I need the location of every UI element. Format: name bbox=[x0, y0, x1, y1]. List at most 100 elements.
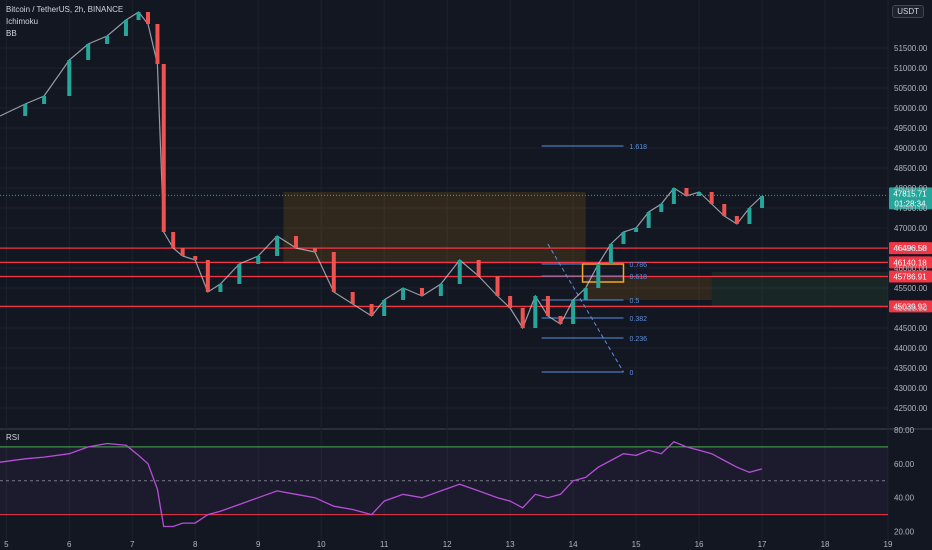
candle bbox=[136, 12, 141, 20]
candle bbox=[105, 36, 110, 44]
y-tick-label: 50000.00 bbox=[894, 104, 928, 113]
kumo-fill bbox=[283, 192, 586, 264]
panel-separator bbox=[0, 428, 932, 430]
candle bbox=[23, 104, 28, 116]
x-tick-label: 16 bbox=[695, 540, 704, 549]
candle bbox=[571, 300, 576, 324]
candle bbox=[161, 64, 166, 232]
fib-level-label: 0 bbox=[629, 370, 633, 377]
chart-canvas[interactable]: 46496.5846140.1845786.9145039.92 1.6180.… bbox=[0, 0, 932, 550]
candle bbox=[646, 212, 651, 228]
y-tick-label: 42500.00 bbox=[894, 404, 928, 413]
y-tick-label: 45000.00 bbox=[894, 304, 928, 313]
y-tick-label: 48000.00 bbox=[894, 184, 928, 193]
x-tick-label: 17 bbox=[758, 540, 767, 549]
y-tick-label: 49000.00 bbox=[894, 144, 928, 153]
x-tick-label: 10 bbox=[317, 540, 326, 549]
rsi-label[interactable]: RSI bbox=[6, 433, 19, 442]
candle bbox=[533, 296, 538, 328]
candle bbox=[171, 232, 176, 248]
y-tick-label: 51500.00 bbox=[894, 44, 928, 53]
y-tick-label: 50500.00 bbox=[894, 84, 928, 93]
candle bbox=[155, 24, 160, 64]
candle bbox=[709, 192, 714, 204]
fib-level-label: 0.382 bbox=[629, 316, 647, 323]
x-tick-label: 18 bbox=[821, 540, 830, 549]
x-tick-label: 9 bbox=[256, 540, 261, 549]
candle bbox=[382, 300, 387, 316]
candle bbox=[583, 288, 588, 300]
y-tick-label: 46500.00 bbox=[894, 244, 928, 253]
y-tick-label: 43500.00 bbox=[894, 364, 928, 373]
y-tick-label: 44500.00 bbox=[894, 324, 928, 333]
rsi-panel bbox=[0, 441, 888, 528]
candle bbox=[350, 292, 355, 304]
candle bbox=[734, 216, 739, 224]
candle bbox=[671, 188, 676, 204]
fib-level-label: 1.618 bbox=[629, 144, 647, 151]
candle bbox=[67, 60, 72, 96]
y-tick-label: 51000.00 bbox=[894, 64, 928, 73]
candle bbox=[476, 260, 481, 276]
candle bbox=[722, 204, 727, 216]
candle bbox=[520, 308, 525, 328]
y-tick-label: 49500.00 bbox=[894, 124, 928, 133]
x-tick-label: 12 bbox=[443, 540, 452, 549]
candle bbox=[608, 244, 613, 264]
x-tick-label: 6 bbox=[67, 540, 72, 549]
y-tick-label: 44000.00 bbox=[894, 344, 928, 353]
rsi-y-tick-label: 80.00 bbox=[894, 426, 915, 435]
rsi-y-tick-label: 20.00 bbox=[894, 528, 915, 537]
x-tick-label: 11 bbox=[380, 540, 389, 549]
rsi-y-tick-label: 40.00 bbox=[894, 494, 915, 503]
candle bbox=[634, 228, 639, 232]
x-tick-label: 7 bbox=[130, 540, 135, 549]
kumo-fill bbox=[711, 272, 888, 308]
candle bbox=[419, 288, 424, 296]
indicator-bb[interactable]: BB bbox=[6, 29, 17, 38]
candle bbox=[621, 232, 626, 244]
indicator-ichimoku[interactable]: Ichimoku bbox=[6, 17, 38, 26]
candle bbox=[684, 188, 689, 196]
currency-selector[interactable]: USDT bbox=[892, 5, 924, 18]
candle bbox=[747, 208, 752, 224]
candle bbox=[457, 260, 462, 284]
candle bbox=[294, 236, 298, 248]
y-tick-label: 48500.00 bbox=[894, 164, 928, 173]
x-tick-label: 5 bbox=[4, 540, 9, 549]
y-tick-label: 43000.00 bbox=[894, 384, 928, 393]
fib-level-label: 0.236 bbox=[629, 336, 647, 343]
y-tick-label: 47500.00 bbox=[894, 204, 928, 213]
level-tag-label: 45786.91 bbox=[893, 273, 927, 282]
candle bbox=[401, 288, 406, 300]
x-tick-label: 8 bbox=[193, 540, 198, 549]
fib-level-label: 0.5 bbox=[629, 298, 639, 305]
candle bbox=[659, 204, 664, 212]
candle bbox=[545, 296, 550, 316]
fib-level-label: 0.786 bbox=[629, 262, 647, 269]
candle bbox=[495, 276, 500, 296]
candle bbox=[193, 256, 198, 260]
x-tick-label: 13 bbox=[506, 540, 515, 549]
candle bbox=[369, 304, 374, 316]
candle bbox=[331, 252, 336, 292]
candle bbox=[180, 248, 185, 256]
kumo-fill bbox=[585, 276, 712, 300]
fib-level-label: 0.618 bbox=[629, 274, 647, 281]
candle bbox=[596, 264, 601, 288]
candle bbox=[146, 12, 150, 24]
candle bbox=[508, 296, 513, 308]
candle bbox=[256, 256, 261, 264]
y-tick-label: 45500.00 bbox=[894, 284, 928, 293]
rsi-y-tick-label: 60.00 bbox=[894, 460, 915, 469]
candle bbox=[123, 20, 128, 36]
x-tick-label: 14 bbox=[569, 540, 578, 549]
candle bbox=[237, 264, 242, 284]
candle bbox=[86, 44, 91, 60]
y-tick-label: 47000.00 bbox=[894, 224, 928, 233]
candle bbox=[760, 196, 765, 208]
symbol-title[interactable]: Bitcoin / TetherUS, 2h, BINANCE bbox=[6, 5, 123, 14]
candle bbox=[438, 284, 443, 296]
y-tick-label: 46000.00 bbox=[894, 264, 928, 273]
candle bbox=[558, 316, 563, 324]
